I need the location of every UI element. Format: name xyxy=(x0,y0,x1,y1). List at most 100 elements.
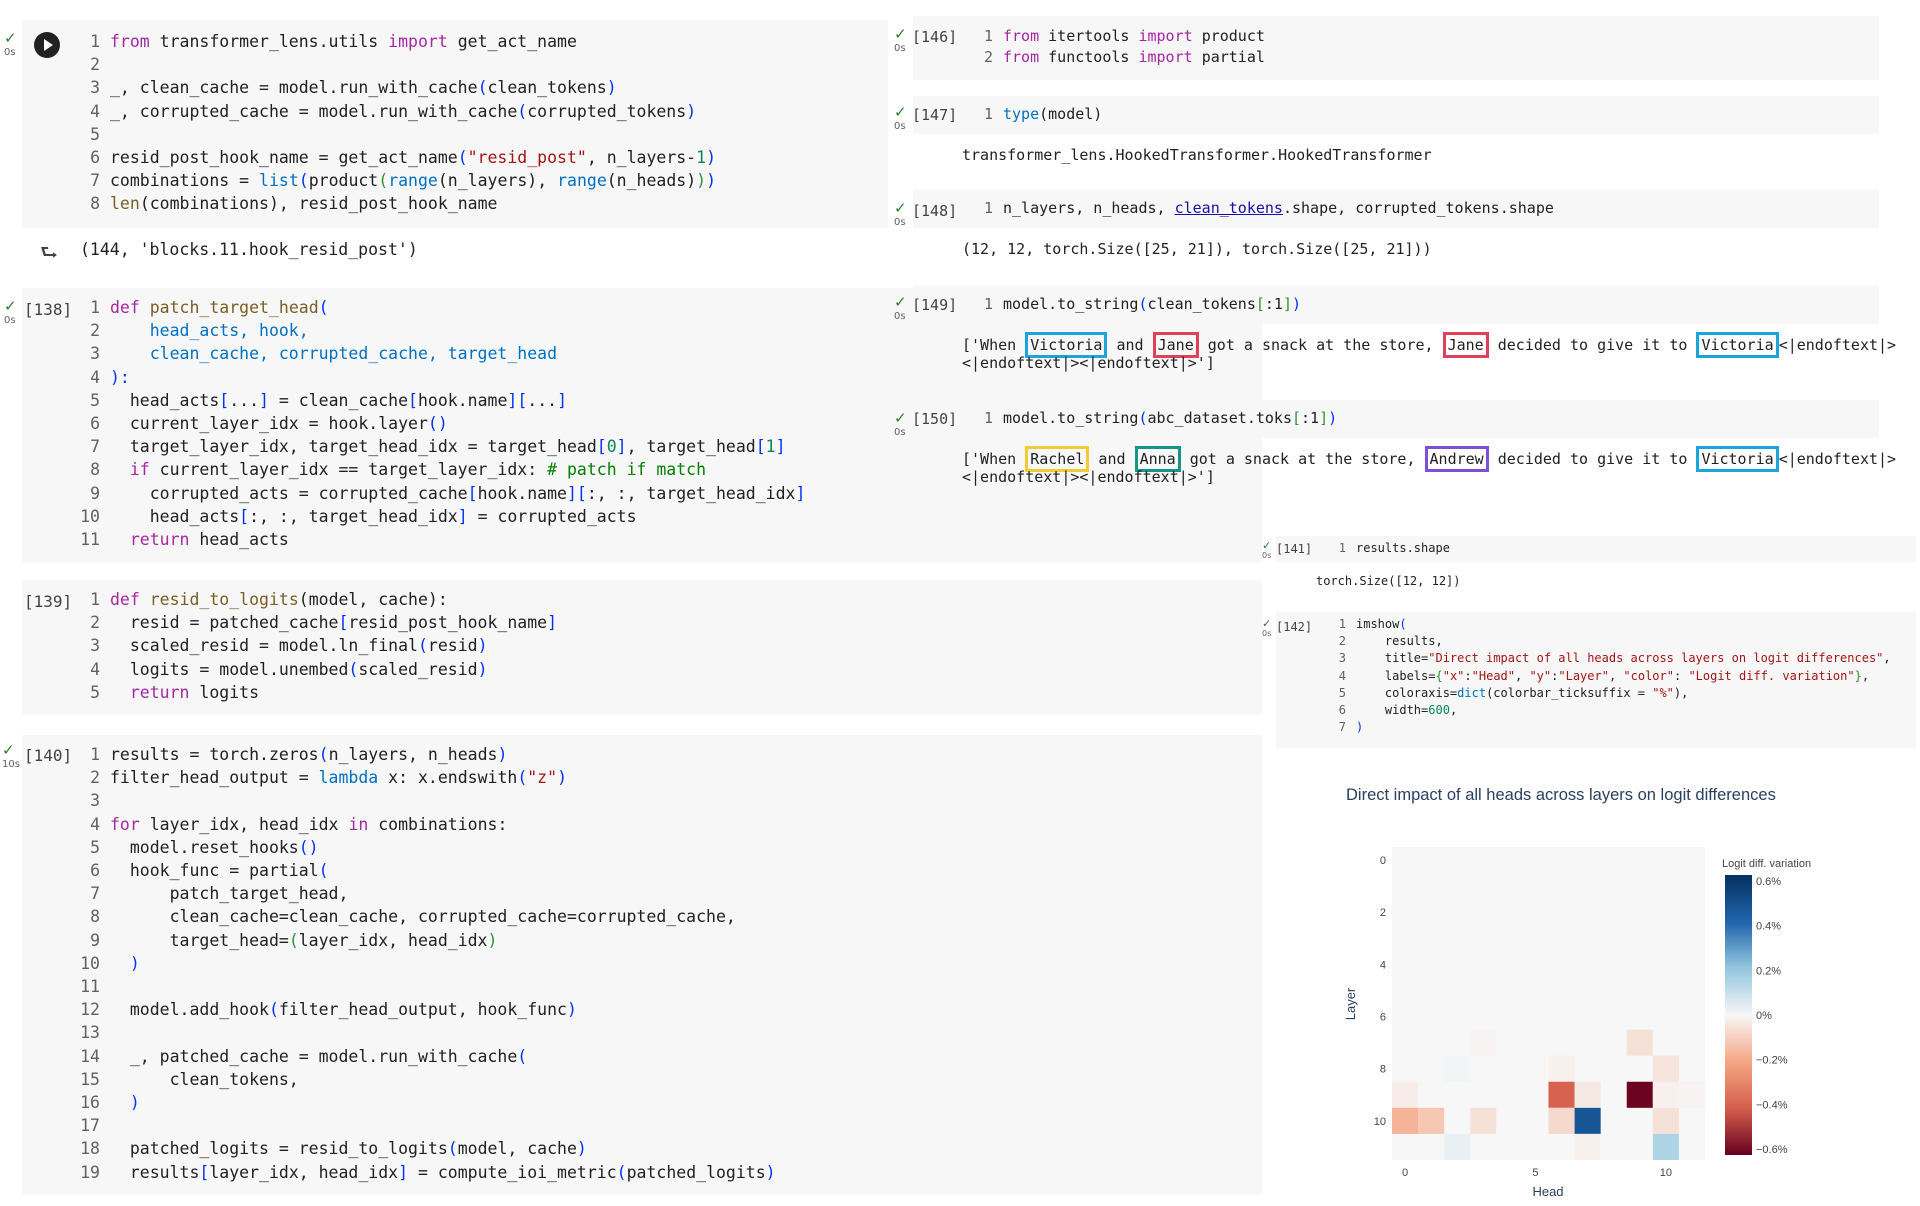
code-line[interactable]: 7 combinations = list(product(range(n_lay… xyxy=(80,169,716,192)
code-line[interactable]: 2 from functools import partial xyxy=(973,47,1265,68)
line-number: 2 xyxy=(90,768,100,788)
code-line[interactable]: 1 from itertools import product xyxy=(973,26,1265,47)
code-cell-140[interactable]: 1 results = torch.zeros(n_layers, n_heads… xyxy=(22,735,1262,1195)
code-line[interactable]: 2 results, xyxy=(1326,633,1891,650)
code-token: clean_tokens xyxy=(487,78,607,98)
code-editor[interactable]: 1 def patch_target_head(2 head_acts, hook… xyxy=(80,296,805,551)
code-editor[interactable]: 1 imshow(2 results, 3 title="Direct impact… xyxy=(1326,616,1891,736)
line-number: 4 xyxy=(90,814,100,834)
line-number: 2 xyxy=(983,47,993,66)
code-line[interactable]: 9 corrupted_acts = corrupted_cache[hook.… xyxy=(80,482,805,505)
code-line[interactable]: 11 xyxy=(80,975,776,998)
code-cell-141[interactable]: 1 results.shape xyxy=(1276,536,1916,562)
code-line[interactable]: 19 results[layer_idx, head_idx] = comput… xyxy=(80,1161,775,1184)
code-line[interactable]: 2 head_acts, hook, xyxy=(80,319,805,342)
code-line[interactable]: 8 len(combinations), resid_post_hook_name xyxy=(80,192,716,215)
code-editor[interactable]: 1 results.shape xyxy=(1326,540,1450,557)
code-line[interactable]: 15 clean_tokens, xyxy=(80,1068,776,1091)
code-line[interactable]: 1 results.shape xyxy=(1326,540,1450,557)
code-token: : xyxy=(1673,668,1689,683)
code-token: ( xyxy=(477,78,488,98)
code-editor[interactable]: 1 def resid_to_logits(model, cache): 2 res… xyxy=(80,588,557,704)
code-line[interactable]: 6 current_layer_idx = hook.layer() xyxy=(80,412,805,435)
code-line[interactable]: 3 clean_cache, corrupted_cache, target_h… xyxy=(80,342,805,365)
code-line[interactable]: 5 return logits xyxy=(80,681,557,704)
code-cell-149[interactable]: 1 model.to_string(clean_tokens[:1]) xyxy=(913,286,1879,324)
code-cell-150[interactable]: 1 model.to_string(abc_dataset.toks[:1]) xyxy=(913,400,1879,438)
code-line[interactable]: 1 def patch_target_head( xyxy=(80,296,805,319)
code-editor[interactable]: 1 type(model) xyxy=(973,104,1102,125)
code-line[interactable]: 4 logits = model.unembed(scaled_resid) xyxy=(80,658,557,681)
code-token: ) xyxy=(477,636,488,656)
code-line[interactable]: 3 _, clean_cache = model.run_with_cache(c… xyxy=(80,76,716,99)
output-toggle-icon[interactable]: ⮑ xyxy=(40,238,58,272)
code-token: ][ xyxy=(507,390,528,410)
code-line[interactable]: 1 n_layers, n_heads, clean_tokens.shape, … xyxy=(973,198,1554,219)
code-line[interactable]: 14 _, patched_cache = model.run_with_cac… xyxy=(80,1045,776,1068)
code-line[interactable]: 6 width=600, xyxy=(1326,702,1891,719)
code-cell-139[interactable]: 1 def resid_to_logits(model, cache): 2 res… xyxy=(22,580,1262,715)
code-line[interactable]: 3 scaled_resid = model.ln_final(resid) xyxy=(80,634,557,657)
code-line[interactable]: 10 ) xyxy=(80,952,776,975)
line-number: 4 xyxy=(90,367,100,387)
cell-output: transformer_lens.HookedTransformer.Hooke… xyxy=(962,146,1432,164)
code-line[interactable]: 2 xyxy=(80,53,716,76)
code-line[interactable]: 18 patched_logits = resid_to_logits(mode… xyxy=(80,1137,776,1160)
code-line[interactable]: 2 resid = patched_cache[resid_post_hook_… xyxy=(80,611,557,634)
code-line[interactable]: 2 filter_head_output = lambda x: x.endswi… xyxy=(80,766,776,789)
code-line[interactable]: 4 labels={"x":"Head", "y":"Layer", "colo… xyxy=(1326,668,1891,685)
code-line[interactable]: 1 type(model) xyxy=(973,104,1102,125)
code-line[interactable]: 1 def resid_to_logits(model, cache): xyxy=(80,588,557,611)
code-line[interactable]: 16 ) xyxy=(80,1091,776,1114)
code-cell-top[interactable]: 1 from transformer_lens.utils import get_… xyxy=(22,20,888,228)
code-token: (colorbar_ticksuffix = xyxy=(1486,685,1653,700)
code-line[interactable]: 7 target_layer_idx, target_head_idx = ta… xyxy=(80,435,805,458)
code-line[interactable]: 5 xyxy=(80,123,716,146)
code-line[interactable]: 13 xyxy=(80,1021,776,1044)
code-cell-146[interactable]: 1 from itertools import product 2 from func… xyxy=(913,16,1879,80)
colorbar-tick-label: 0.2% xyxy=(1756,965,1781,977)
code-line[interactable]: 3 xyxy=(80,789,776,812)
code-line[interactable]: 17 xyxy=(80,1114,776,1137)
code-token: from xyxy=(1003,27,1049,45)
code-line[interactable]: 11 return head_acts xyxy=(80,528,805,551)
code-editor[interactable]: 1 model.to_string(clean_tokens[:1]) xyxy=(973,294,1301,315)
code-cell-147[interactable]: 1 type(model) xyxy=(913,96,1879,134)
code-line[interactable]: 1 model.to_string(abc_dataset.toks[:1]) xyxy=(973,408,1337,429)
code-line[interactable]: 4 for layer_idx, head_idx in combinations… xyxy=(80,813,776,836)
code-line[interactable]: 1 results = torch.zeros(n_layers, n_heads… xyxy=(80,743,776,766)
code-line[interactable]: 4 _, corrupted_cache = model.run_with_cac… xyxy=(80,100,716,123)
code-line[interactable]: 8 if current_layer_idx == target_layer_i… xyxy=(80,458,805,481)
code-editor[interactable]: 1 n_layers, n_heads, clean_tokens.shape, … xyxy=(973,198,1554,219)
code-line[interactable]: 5 head_acts[...] = clean_cache[hook.name… xyxy=(80,389,805,412)
x-tick-label: 0 xyxy=(1402,1167,1408,1179)
code-line[interactable]: 6 hook_func = partial( xyxy=(80,859,776,882)
code-cell-142[interactable]: 1 imshow(2 results, 3 title="Direct impact… xyxy=(1276,612,1916,748)
code-token: width= xyxy=(1356,703,1429,718)
code-line[interactable]: 4): xyxy=(80,366,805,389)
code-token: "y" xyxy=(1529,668,1552,683)
code-line[interactable]: 8 clean_cache=clean_cache, corrupted_cac… xyxy=(80,905,776,928)
code-editor[interactable]: 1 from itertools import product 2 from func… xyxy=(973,26,1265,67)
code-token: # patch if match xyxy=(547,460,707,480)
code-line[interactable]: 7 patch_target_head, xyxy=(80,882,776,905)
code-line[interactable]: 7) xyxy=(1326,719,1891,736)
code-editor[interactable]: 1 model.to_string(abc_dataset.toks[:1]) xyxy=(973,408,1337,429)
code-line[interactable]: 5 model.reset_hooks() xyxy=(80,836,776,859)
code-editor[interactable]: 1 from transformer_lens.utils import get_… xyxy=(80,30,716,216)
code-line[interactable]: 10 head_acts[:, :, target_head_idx] = co… xyxy=(80,505,805,528)
y-tick-label: 4 xyxy=(1380,959,1386,971)
code-token: labels= xyxy=(1356,668,1436,683)
code-line[interactable]: 1 imshow( xyxy=(1326,616,1891,633)
code-line[interactable]: 3 title="Direct impact of all heads acro… xyxy=(1326,650,1891,667)
code-line[interactable]: 1 model.to_string(clean_tokens[:1]) xyxy=(973,294,1301,315)
code-cell-148[interactable]: 1 n_layers, n_heads, clean_tokens.shape, … xyxy=(913,190,1879,228)
code-line[interactable]: 9 target_head=(layer_idx, head_idx) xyxy=(80,929,776,952)
code-editor[interactable]: 1 results = torch.zeros(n_layers, n_heads… xyxy=(80,743,776,1184)
code-line[interactable]: 5 coloraxis=dict(colorbar_ticksuffix = "… xyxy=(1326,685,1891,702)
run-cell-button[interactable] xyxy=(34,32,60,58)
code-line[interactable]: 1 from transformer_lens.utils import get_… xyxy=(80,30,716,53)
code-line[interactable]: 12 model.add_hook(filter_head_output, ho… xyxy=(80,998,776,1021)
code-token: patch_target_head, xyxy=(110,884,349,904)
code-line[interactable]: 6 resid_post_hook_name = get_act_name("re… xyxy=(80,146,716,169)
